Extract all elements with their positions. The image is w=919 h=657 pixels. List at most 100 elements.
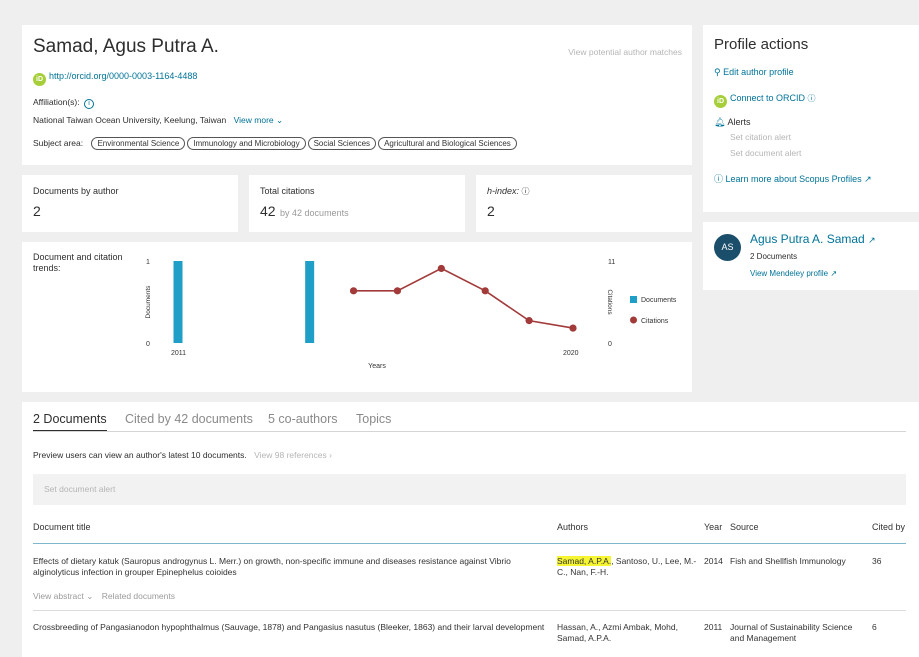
citations-point[interactable] xyxy=(525,317,533,325)
set-document-alert-button[interactable]: Set document alert xyxy=(44,484,115,494)
info-icon[interactable]: i xyxy=(83,99,94,109)
view-more-link[interactable]: View more ⌄ xyxy=(234,115,284,125)
potential-matches-link[interactable]: View potential author matches xyxy=(568,47,682,57)
document-cited-count[interactable]: 36 xyxy=(872,556,881,567)
orcid-link[interactable]: http://orcid.org/0000-0003-1164-4488 xyxy=(49,71,197,81)
tab-topics[interactable]: Topics xyxy=(356,412,391,426)
row-actions: View abstract ⌄ Related documents xyxy=(33,591,175,602)
column-header-source[interactable]: Source xyxy=(730,522,759,532)
tab-documents[interactable]: 2 Documents xyxy=(33,412,107,426)
affiliation-text: National Taiwan Ocean University, Keelun… xyxy=(33,115,227,125)
set-document-alert-link[interactable]: Set document alert xyxy=(730,148,801,158)
citations-point[interactable] xyxy=(393,287,402,295)
set-document-alert-bar: Set document alert xyxy=(33,474,906,505)
related-documents-link[interactable]: Related documents xyxy=(102,591,175,601)
documents-value[interactable]: 2 xyxy=(33,203,41,219)
citations-point[interactable] xyxy=(349,287,358,295)
view-abstract-button[interactable]: View abstract ⌄ xyxy=(33,591,93,601)
subject-label: Subject area: xyxy=(33,138,84,148)
subject-chip[interactable]: Social Sciences xyxy=(307,137,377,150)
trends-chart: 1 0 11 0 Documents Citations 2011 2020 Y… xyxy=(145,259,677,370)
affiliation-row: National Taiwan Ocean University, Keelun… xyxy=(33,115,283,126)
documents-panel xyxy=(22,402,919,657)
documents-bar[interactable] xyxy=(173,261,183,343)
citations-metric-card: Total citations 42 by 42 documents xyxy=(249,175,465,232)
legend-documents-swatch xyxy=(630,296,637,303)
chevron-down-icon: ⌄ xyxy=(86,591,94,601)
mendeley-documents: 2 Documents xyxy=(750,252,798,261)
document-year: 2014 xyxy=(704,556,723,566)
legend-citations-label[interactable]: Citations xyxy=(641,318,669,325)
document-year: 2011 xyxy=(704,622,723,632)
documents-label: Documents by author xyxy=(33,186,119,196)
subject-chip[interactable]: Immunology and Microbiology xyxy=(187,137,306,150)
citations-value[interactable]: 42 xyxy=(260,203,276,219)
profile-actions-title: Profile actions xyxy=(714,36,809,53)
help-icon[interactable]: ⓘ xyxy=(522,187,530,196)
document-title-link[interactable]: Effects of dietary katuk (Sauropus andro… xyxy=(33,556,548,578)
alerts-row: 🔔︎ Alerts xyxy=(714,117,751,127)
hindex-value: 2 xyxy=(487,203,495,219)
legend-documents-label[interactable]: Documents xyxy=(641,297,677,304)
column-header-year[interactable]: Year xyxy=(704,522,722,532)
legend-citations-swatch xyxy=(630,316,637,324)
edit-profile-link[interactable]: ⚲ Edit author profile xyxy=(714,67,794,78)
header-divider xyxy=(33,543,906,544)
column-header-authors[interactable]: Authors xyxy=(557,522,588,532)
documents-metric-card: Documents by author 2 xyxy=(22,175,238,232)
citations-row: 42 by 42 documents xyxy=(260,203,349,221)
highlighted-author[interactable]: Samad, A.P.A. xyxy=(557,556,612,566)
external-link-icon: ↗ xyxy=(868,235,876,245)
document-authors: Samad, A.P.A., Santoso, U., Lee, M.-C., … xyxy=(557,556,697,577)
affiliation-label: Affiliation(s): i xyxy=(33,97,94,109)
x-axis-label: Years xyxy=(368,363,386,370)
y-right-label: Citations xyxy=(606,289,613,315)
orcid-row: iD http://orcid.org/0000-0003-1164-4488 xyxy=(33,71,197,86)
column-header-cited-by[interactable]: Cited by xyxy=(872,522,905,532)
orcid-icon: iD xyxy=(714,95,727,108)
mendeley-card: AS Agus Putra A. Samad ↗ 2 Documents Vie… xyxy=(703,222,919,290)
trends-card: Document and citation trends: 1 0 11 0 D… xyxy=(22,242,692,392)
help-icon: ⓘ xyxy=(714,174,724,184)
tab-co-authors[interactable]: 5 co-authors xyxy=(268,412,337,426)
row-divider xyxy=(33,610,906,611)
document-authors: Hassan, A., Azmi Ambak, Mohd, Samad, A.P… xyxy=(557,622,678,643)
x-tick-label: 2011 xyxy=(171,350,186,357)
citations-point[interactable] xyxy=(437,264,445,273)
mendeley-name-link[interactable]: Agus Putra A. Samad ↗ xyxy=(750,232,876,246)
y-left-label: Documents xyxy=(145,285,152,319)
view-references-link[interactable]: View 98 references › xyxy=(254,450,332,460)
bell-icon: 🔔︎ xyxy=(714,117,726,127)
document-source-link[interactable]: Fish and Shellfish Immunology xyxy=(730,556,866,567)
external-link-icon: ↗ xyxy=(864,174,872,184)
citations-suffix: by 42 documents xyxy=(280,208,349,218)
author-card: Samad, Agus Putra A. View potential auth… xyxy=(22,25,692,165)
citations-point[interactable] xyxy=(481,287,489,295)
subject-chip[interactable]: Agricultural and Biological Sciences xyxy=(378,137,517,150)
document-cited-count[interactable]: 6 xyxy=(872,622,877,633)
mendeley-profile-link[interactable]: View Mendeley profile ↗ xyxy=(750,269,837,278)
avatar: AS xyxy=(714,234,741,261)
x-tick-label: 2020 xyxy=(563,350,579,357)
tab-cited-by[interactable]: Cited by 42 documents xyxy=(125,412,253,426)
y-right-max-tick: 11 xyxy=(608,259,615,266)
preview-note-row: Preview users can view an author's lates… xyxy=(33,450,332,460)
y-left-max-tick: 1 xyxy=(146,259,150,266)
learn-more-link[interactable]: ⓘ Learn more about Scopus Profiles ↗ xyxy=(714,172,872,185)
column-header-title[interactable]: Document title xyxy=(33,522,91,532)
orcid-icon: iD xyxy=(33,73,46,86)
document-source-link[interactable]: Journal of Sustainability Science and Ma… xyxy=(730,622,866,644)
y-left-min-tick: 0 xyxy=(146,341,150,348)
external-link-icon: ↗ xyxy=(830,269,838,278)
connect-orcid-link[interactable]: iD Connect to ORCID ⓘ xyxy=(714,93,816,108)
chevron-down-icon: ⌄ xyxy=(276,115,284,125)
subject-chip[interactable]: Environmental Science xyxy=(91,137,186,150)
profile-actions-card: Profile actions ⚲ Edit author profile iD… xyxy=(703,25,919,212)
subject-row: Subject area: Environmental Science Immun… xyxy=(33,137,519,150)
document-title-link[interactable]: Crossbreeding of Pangasianodon hypophtha… xyxy=(33,622,548,633)
citations-point[interactable] xyxy=(569,324,577,332)
preview-note: Preview users can view an author's lates… xyxy=(33,450,247,460)
documents-bar[interactable] xyxy=(305,261,315,343)
citations-label: Total citations xyxy=(260,186,315,196)
set-citation-alert-link[interactable]: Set citation alert xyxy=(730,132,791,142)
